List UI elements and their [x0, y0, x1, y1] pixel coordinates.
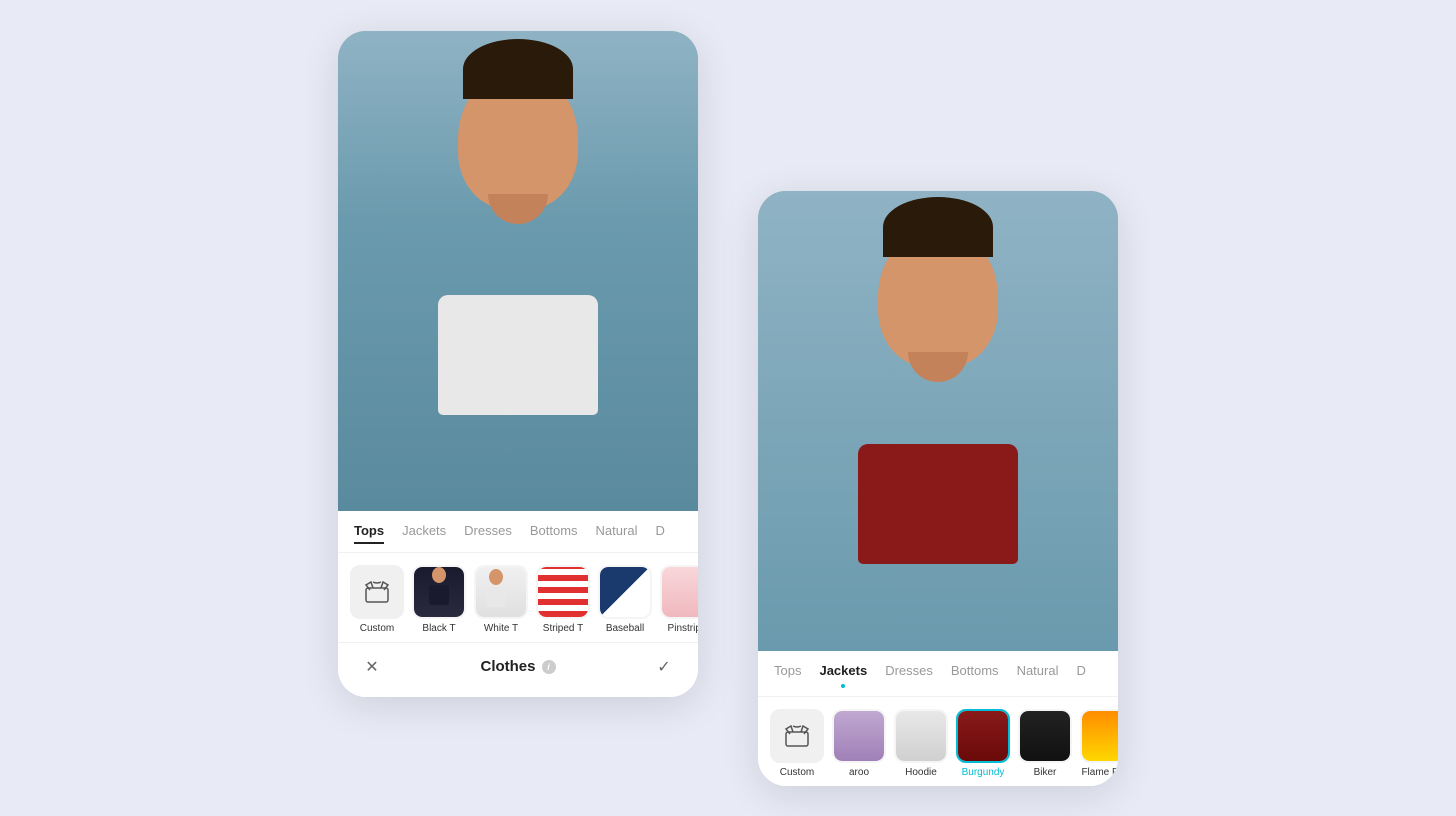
- item-black-t-left[interactable]: Black T: [412, 565, 466, 634]
- item-burgundy-right[interactable]: Burgundy: [956, 709, 1010, 778]
- confirm-button-left[interactable]: ✓: [650, 653, 678, 681]
- cloth-baseball-img: [600, 567, 650, 617]
- item-label-biker: Biker: [1034, 767, 1057, 778]
- item-label-flame: Flame PVC: [1081, 767, 1118, 778]
- tab-natural-right[interactable]: Natural: [1017, 663, 1059, 688]
- item-baseball-left[interactable]: Baseball: [598, 565, 652, 634]
- cloth-kangaroo-img: [834, 711, 884, 761]
- left-model-figure: [338, 31, 698, 511]
- item-label-hoodie: Hoodie: [905, 767, 937, 778]
- mini-head-wt: [489, 569, 503, 585]
- left-clothes-footer: ✕ Clothes i ✓: [338, 642, 698, 697]
- item-thumb-custom-right: [770, 709, 824, 763]
- item-thumb-black-t: [412, 565, 466, 619]
- left-phone-card: Tops Jackets Dresses Bottoms Natural D: [338, 31, 698, 697]
- cloth-flame-img: [1082, 711, 1118, 761]
- item-label-pinstripe: Pinstripe: [668, 623, 698, 634]
- mini-figure-black-t: [419, 567, 459, 617]
- tab-tops-left[interactable]: Tops: [354, 523, 384, 544]
- app-container: Tops Jackets Dresses Bottoms Natural D: [318, 11, 1138, 806]
- item-hoodie-right[interactable]: Hoodie: [894, 709, 948, 778]
- cloth-white-t-img: [476, 567, 526, 617]
- item-label-black-t: Black T: [422, 623, 455, 634]
- tab-d-right[interactable]: D: [1076, 663, 1085, 688]
- check-icon: ✓: [657, 657, 670, 677]
- item-thumb-biker: [1018, 709, 1072, 763]
- item-custom-left[interactable]: Custom: [350, 565, 404, 634]
- right-model-image: [758, 191, 1118, 651]
- tab-jackets-right[interactable]: Jackets: [819, 663, 867, 682]
- clothes-title-text: Clothes: [480, 658, 535, 675]
- item-white-t-left[interactable]: White T: [474, 565, 528, 634]
- tab-jackets-left[interactable]: Jackets: [402, 523, 446, 544]
- close-icon: ✕: [365, 657, 378, 677]
- custom-clothes-icon: [363, 578, 391, 606]
- mini-figure-white-t: [476, 567, 516, 617]
- jackets-active-dot: [841, 684, 845, 688]
- left-tabs: Tops Jackets Dresses Bottoms Natural D: [338, 523, 698, 553]
- left-model-body: [438, 295, 598, 415]
- left-footer-title: Clothes i: [480, 658, 555, 675]
- item-thumb-flame: [1080, 709, 1118, 763]
- item-thumb-striped-t: [536, 565, 590, 619]
- left-model-face: [458, 69, 578, 209]
- cloth-black-t-img: [414, 567, 464, 617]
- item-label-custom-right: Custom: [780, 767, 814, 778]
- tab-d-left[interactable]: D: [655, 523, 664, 544]
- custom-clothes-icon-right: [783, 722, 811, 750]
- tab-bottoms-right[interactable]: Bottoms: [951, 663, 999, 688]
- cloth-biker-img: [1020, 711, 1070, 761]
- right-tabs: Tops Jackets Dresses Bottoms Natural D: [758, 663, 1118, 697]
- tab-dresses-right[interactable]: Dresses: [885, 663, 933, 688]
- right-items-row: Custom aroo Hoodie: [758, 697, 1118, 786]
- item-thumb-burgundy: [956, 709, 1010, 763]
- item-label-custom-left: Custom: [360, 623, 394, 634]
- info-icon-left[interactable]: i: [542, 660, 556, 674]
- right-model-face: [878, 227, 998, 367]
- item-custom-right[interactable]: Custom: [770, 709, 824, 778]
- item-striped-t-left[interactable]: Striped T: [536, 565, 590, 634]
- item-label-white-t: White T: [484, 623, 518, 634]
- left-items-row: Custom Black T: [338, 553, 698, 642]
- left-bottom-panel: Tops Jackets Dresses Bottoms Natural D: [338, 511, 698, 697]
- item-pinstripe-left[interactable]: Pinstripe: [660, 565, 698, 634]
- right-model-figure: [758, 191, 1118, 651]
- item-thumb-hoodie: [894, 709, 948, 763]
- cloth-pinstripe-img: [662, 567, 698, 617]
- right-bottom-panel: Tops Jackets Dresses Bottoms Natural D: [758, 651, 1118, 786]
- item-biker-right[interactable]: Biker: [1018, 709, 1072, 778]
- mini-head: [432, 567, 446, 583]
- item-kangaroo-right[interactable]: aroo: [832, 709, 886, 778]
- cloth-striped-img: [538, 567, 588, 617]
- tab-tops-right[interactable]: Tops: [774, 663, 801, 688]
- item-thumb-pinstripe: [660, 565, 698, 619]
- left-model-image: [338, 31, 698, 511]
- item-thumb-custom-left: [350, 565, 404, 619]
- cloth-hoodie-img: [896, 711, 946, 761]
- close-button-left[interactable]: ✕: [358, 653, 386, 681]
- mini-torso: [429, 585, 449, 605]
- item-label-striped-t: Striped T: [543, 623, 583, 634]
- mini-torso-wt: [486, 587, 506, 607]
- tab-jackets-right-wrapper: Jackets: [819, 663, 867, 688]
- tab-bottoms-left[interactable]: Bottoms: [530, 523, 578, 544]
- tab-dresses-left[interactable]: Dresses: [464, 523, 512, 544]
- right-model-body: [858, 444, 1018, 564]
- item-label-burgundy: Burgundy: [962, 767, 1005, 778]
- item-flame-right[interactable]: Flame PVC: [1080, 709, 1118, 778]
- right-phone-card: Tops Jackets Dresses Bottoms Natural D: [758, 191, 1118, 786]
- tab-natural-left[interactable]: Natural: [596, 523, 638, 544]
- item-thumb-baseball: [598, 565, 652, 619]
- cloth-burgundy-img: [958, 711, 1008, 761]
- item-thumb-white-t: [474, 565, 528, 619]
- item-thumb-kangaroo: [832, 709, 886, 763]
- item-label-kangaroo: aroo: [849, 767, 869, 778]
- item-label-baseball: Baseball: [606, 623, 644, 634]
